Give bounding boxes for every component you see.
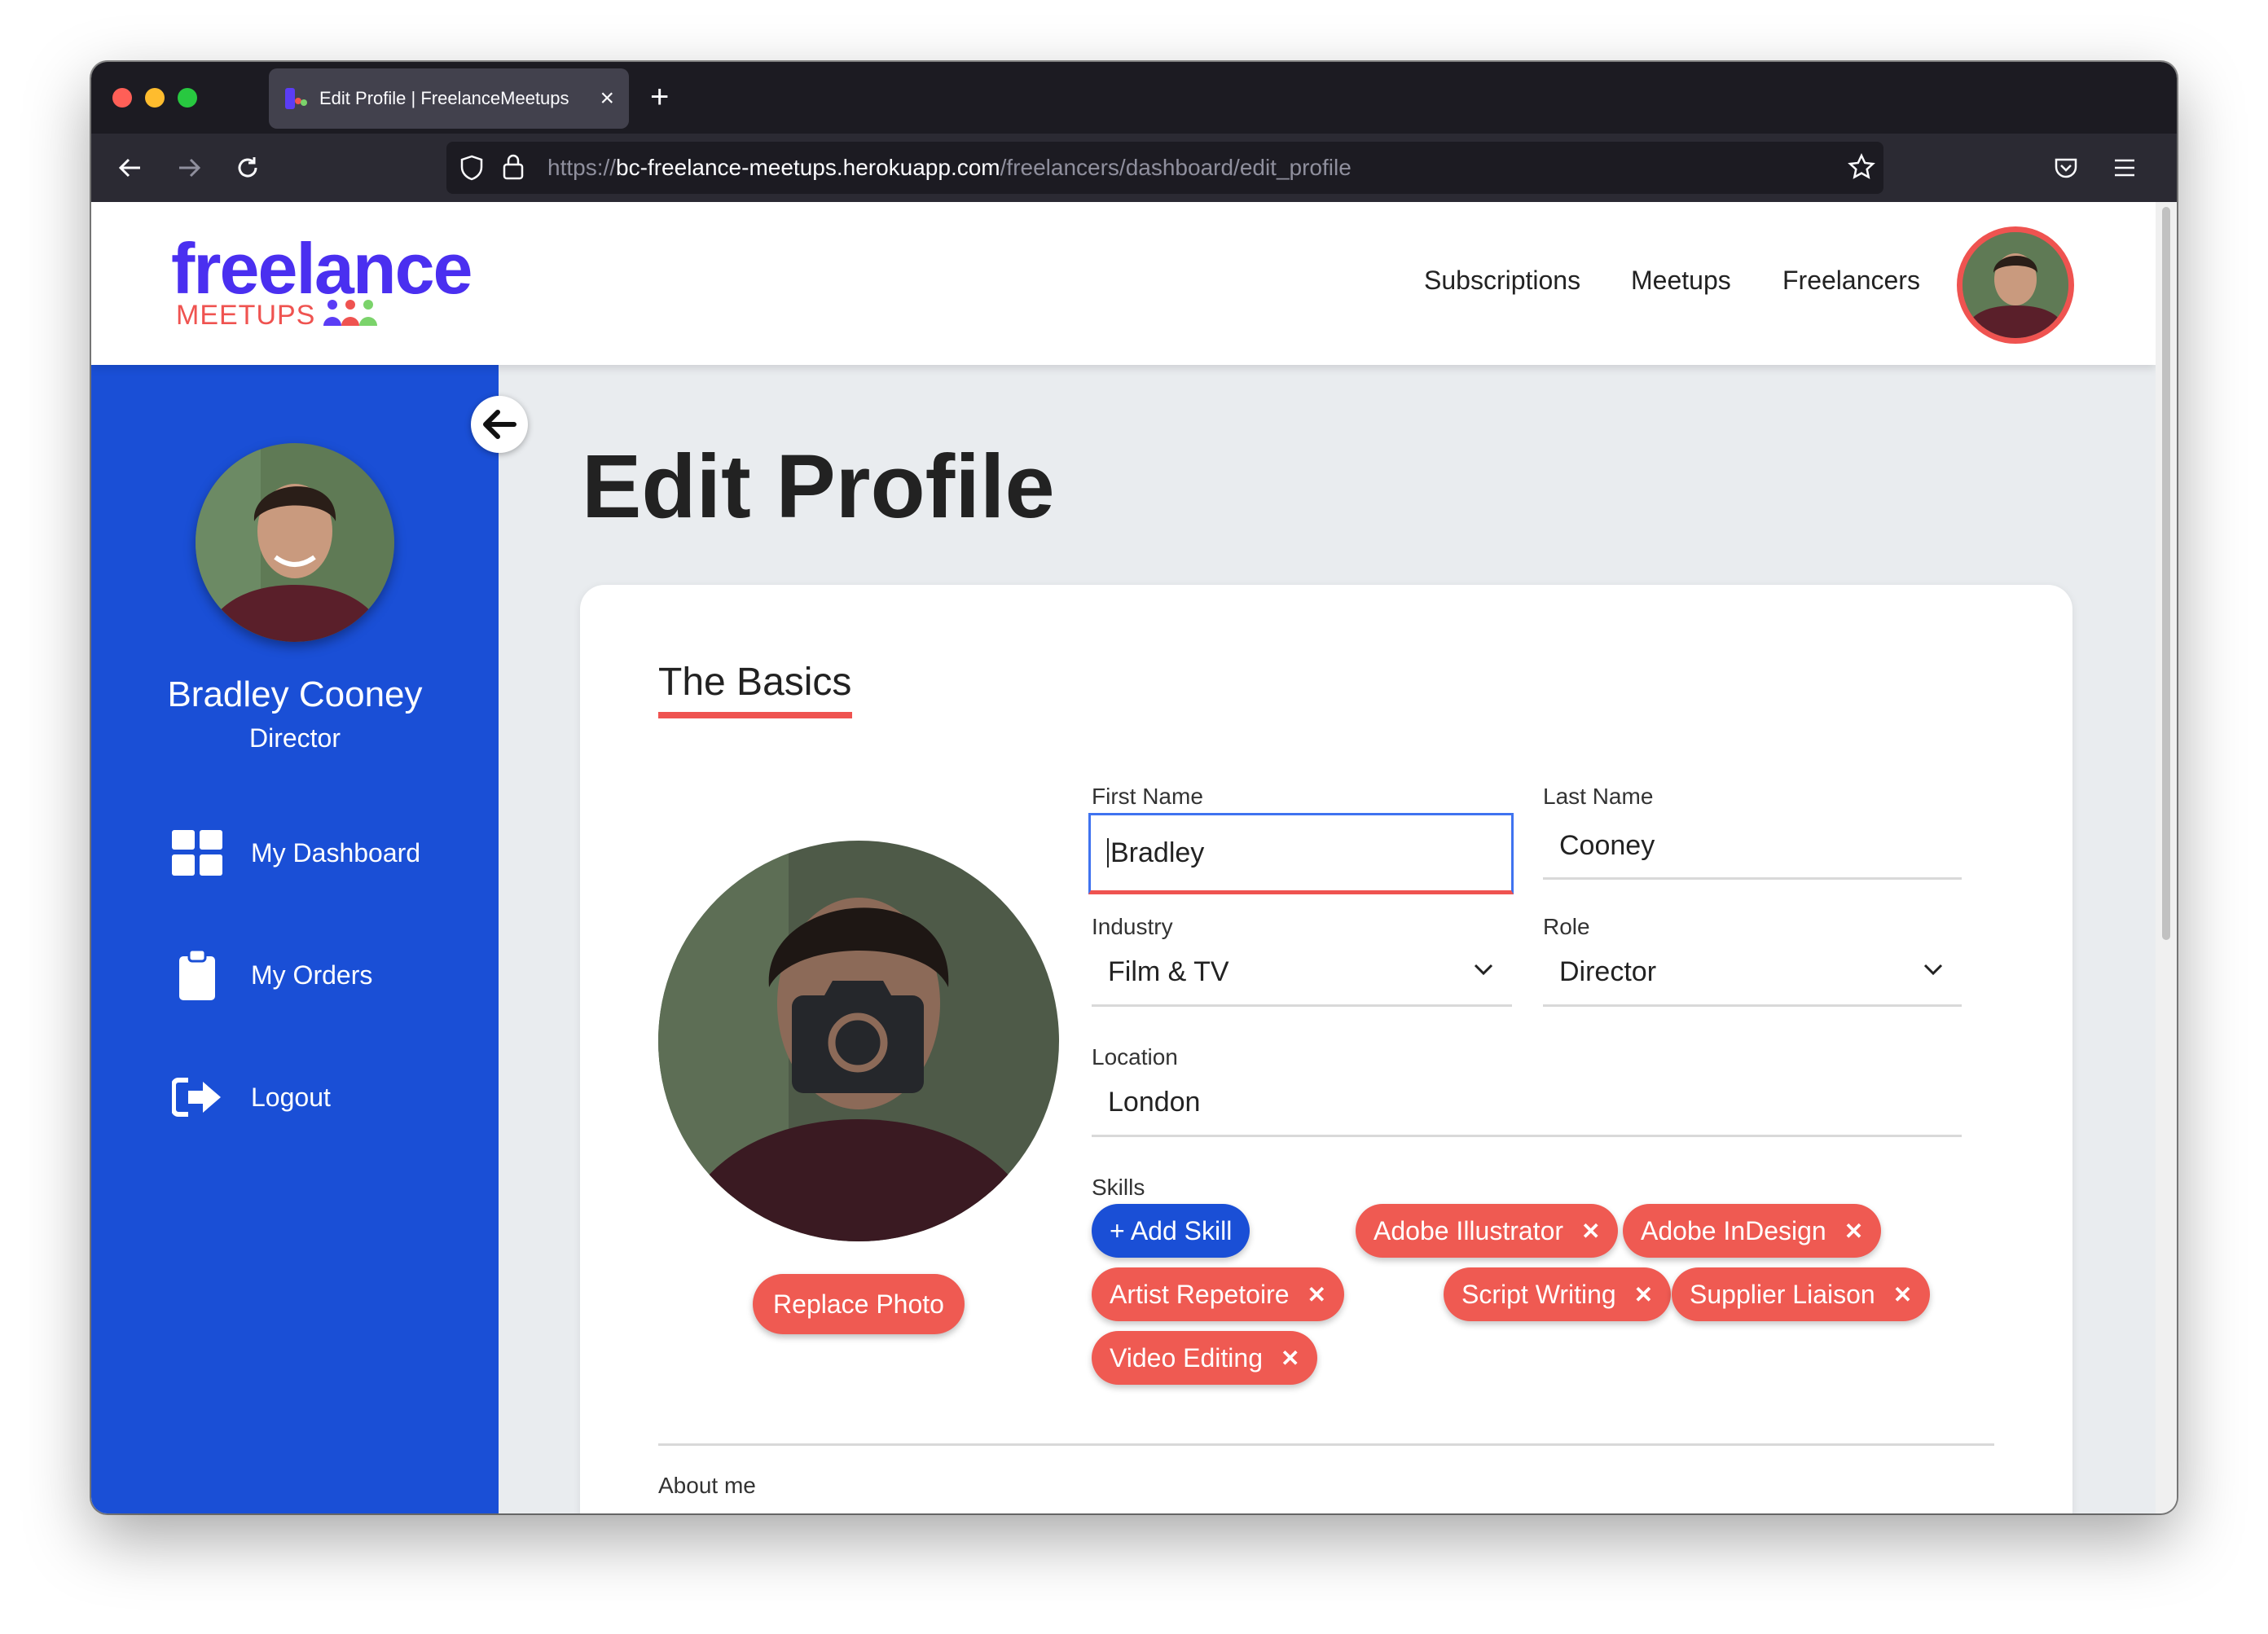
forward-arrow-icon[interactable]	[171, 150, 207, 186]
section-title: The Basics	[658, 661, 852, 704]
nav-link-meetups[interactable]: Meetups	[1631, 266, 1731, 296]
arrow-left-icon	[483, 410, 516, 439]
tab-title: Edit Profile | FreelanceMeetups	[319, 88, 569, 108]
first-name-label: First Name	[1092, 784, 1203, 809]
sidebar-user-name: Bradley Cooney	[167, 674, 423, 714]
last-name-field[interactable]: Cooney	[1543, 815, 1962, 880]
sidebar-item-logout[interactable]: Logout	[171, 1069, 481, 1126]
text-caret	[1107, 838, 1109, 868]
nav-link-subscriptions[interactable]: Subscriptions	[1424, 266, 1580, 296]
location-label: Location	[1092, 1044, 1178, 1070]
page-title: Edit Profile	[582, 437, 1055, 537]
browser-tab[interactable]: Edit Profile | FreelanceMeetups ×	[269, 68, 629, 129]
role-label: Role	[1543, 914, 1590, 939]
remove-skill-icon[interactable]: ✕	[1634, 1281, 1653, 1308]
site-header: freelance MEETUPS Subscriptions Meetups …	[91, 202, 2156, 365]
add-skill-button[interactable]: + Add Skill	[1092, 1204, 1250, 1258]
location-field[interactable]: London	[1092, 1070, 1962, 1137]
skill-chip[interactable]: Adobe InDesign ✕	[1623, 1204, 1882, 1258]
chevron-down-icon	[1474, 964, 1493, 976]
browser-titlebar: Edit Profile | FreelanceMeetups × +	[91, 62, 2177, 134]
minimize-window-button[interactable]	[145, 88, 165, 108]
industry-select[interactable]: Film & TV	[1092, 940, 1512, 1007]
logo-wordmark[interactable]: freelance	[171, 233, 472, 305]
bookmark-star-icon[interactable]	[1848, 153, 1875, 185]
skill-chip[interactable]: Video Editing ✕	[1092, 1331, 1318, 1385]
remove-skill-icon[interactable]: ✕	[1893, 1281, 1912, 1308]
sidebar-user-role: Director	[248, 723, 341, 753]
industry-label: Industry	[1092, 914, 1173, 939]
reload-icon[interactable]	[230, 150, 266, 186]
section-underline	[658, 712, 852, 718]
skill-chip[interactable]: Artist Repetoire ✕	[1092, 1267, 1344, 1321]
clipboard-icon	[171, 949, 223, 1001]
page-scrollbar[interactable]	[2156, 202, 2177, 1513]
chevron-down-icon	[1923, 964, 1943, 976]
skill-chip[interactable]: Supplier Liaison ✕	[1672, 1267, 1931, 1321]
browser-window: Edit Profile | FreelanceMeetups × + http…	[91, 62, 2177, 1513]
scrollbar-thumb[interactable]	[2162, 207, 2170, 940]
skills-label: Skills	[1092, 1175, 1145, 1200]
nav-link-freelancers[interactable]: Freelancers	[1782, 266, 1920, 296]
dashboard-grid-icon	[171, 827, 223, 879]
sidebar-item-label: My Dashboard	[251, 837, 421, 868]
url-bar[interactable]: https://bc-freelance-meetups.herokuapp.c…	[446, 142, 1883, 194]
header-avatar[interactable]	[1957, 226, 2074, 344]
logout-icon	[171, 1071, 223, 1123]
maximize-window-button[interactable]	[178, 88, 197, 108]
sidebar-item-my-dashboard[interactable]: My Dashboard	[171, 824, 481, 881]
sidebar: Bradley Cooney Director My Dashboard My …	[91, 365, 499, 1513]
first-name-field[interactable]: Bradley	[1088, 813, 1514, 894]
sidebar-item-label: Logout	[251, 1082, 331, 1112]
remove-skill-icon[interactable]: ✕	[1308, 1281, 1326, 1308]
skill-chip[interactable]: Adobe Illustrator ✕	[1356, 1204, 1619, 1258]
logo-subtitle: MEETUPS	[176, 300, 316, 331]
role-select[interactable]: Director	[1543, 940, 1962, 1007]
back-arrow-icon[interactable]	[112, 150, 148, 186]
remove-skill-icon[interactable]: ✕	[1581, 1218, 1600, 1245]
collapse-sidebar-button[interactable]	[471, 396, 528, 453]
lock-icon[interactable]	[502, 153, 525, 185]
close-window-button[interactable]	[112, 88, 132, 108]
replace-photo-button[interactable]: Replace Photo	[753, 1274, 965, 1334]
about-me-label: About me	[658, 1473, 756, 1498]
url-text[interactable]: https://bc-freelance-meetups.herokuapp.c…	[547, 155, 1352, 181]
camera-icon[interactable]	[792, 981, 924, 1093]
new-tab-icon[interactable]: +	[650, 77, 669, 117]
shield-icon[interactable]	[459, 155, 484, 185]
tab-close-icon[interactable]: ×	[600, 86, 614, 111]
browser-navbar: https://bc-freelance-meetups.herokuapp.c…	[91, 134, 2177, 202]
sidebar-item-label: My Orders	[251, 960, 373, 990]
favicon-icon	[284, 86, 308, 111]
sidebar-avatar	[196, 443, 394, 642]
web-page: freelance MEETUPS Subscriptions Meetups …	[91, 202, 2156, 1513]
menu-hamburger-icon[interactable]	[2107, 150, 2143, 186]
people-logo-icon	[323, 300, 377, 326]
remove-skill-icon[interactable]: ✕	[1281, 1345, 1299, 1372]
last-name-label: Last Name	[1543, 784, 1654, 809]
profile-card: The Basics Replace Photo First Name Brad…	[580, 585, 2072, 1513]
remove-skill-icon[interactable]: ✕	[1844, 1218, 1863, 1245]
section-divider	[658, 1443, 1994, 1446]
skill-chip[interactable]: Script Writing ✕	[1444, 1267, 1672, 1321]
sidebar-item-my-orders[interactable]: My Orders	[171, 947, 481, 1004]
pocket-icon[interactable]	[2048, 150, 2084, 186]
